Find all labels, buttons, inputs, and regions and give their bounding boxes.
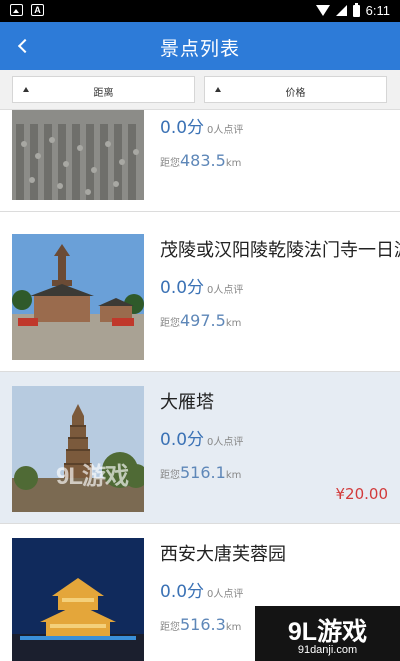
list-item[interactable]: 0.0分 0人点评 距您483.5km — [0, 110, 400, 212]
distance-value: 516.1 — [180, 463, 226, 482]
distance-value: 497.5 — [180, 311, 226, 330]
sort-distance-label: 距离 — [93, 88, 114, 99]
attraction-name: 大雁塔 — [160, 392, 214, 413]
signal-icon — [335, 5, 347, 16]
image-icon — [10, 4, 23, 16]
distance-unit: km — [225, 470, 242, 481]
attraction-image — [12, 386, 144, 512]
a-icon: A — [31, 4, 44, 16]
review-count: 0人点评 — [207, 125, 244, 136]
score-value: 0.0分 — [160, 278, 205, 298]
attraction-name: 西安大唐芙蓉园 — [160, 544, 286, 565]
distance: 距您516.1km — [160, 463, 241, 482]
watermark-logo: 9L游戏 — [287, 618, 368, 646]
watermark-url: 91danji.com — [297, 644, 358, 656]
score-value: 0.0分 — [160, 118, 205, 138]
distance-unit: km — [225, 158, 242, 169]
distance-value: 516.3 — [180, 615, 226, 634]
distance-prefix: 距您 — [160, 318, 180, 329]
score-value: 0.0分 — [160, 582, 205, 602]
distance: 距您516.3km — [160, 615, 241, 634]
wifi-icon — [315, 5, 330, 16]
review-count: 0人点评 — [207, 437, 244, 448]
price: ¥20.00 — [335, 485, 389, 503]
distance: 距您483.5km — [160, 151, 241, 170]
watermark-badge: 9L游戏 91danji.com — [255, 606, 400, 661]
distance-unit: km — [225, 622, 242, 633]
status-bar: A 6:11 — [0, 0, 400, 22]
attraction-image — [12, 234, 144, 360]
attraction-image — [12, 110, 144, 200]
sort-distance-button[interactable]: 距离 — [12, 76, 195, 103]
watermark-text: 9L游戏 — [56, 463, 129, 490]
rating: 0.0分 0人点评 — [160, 577, 243, 602]
distance-prefix: 距您 — [160, 622, 180, 633]
sort-price-label: 价格 — [285, 88, 306, 99]
review-count: 0人点评 — [207, 589, 244, 600]
list-item[interactable]: 茂陵或汉阳陵乾陵法门寺一日游 0.0分 0人点评 距您497.5km — [0, 220, 400, 372]
rating: 0.0分 0人点评 — [160, 273, 243, 298]
score-value: 0.0分 — [160, 430, 205, 450]
sort-price-button[interactable]: 价格 — [204, 76, 387, 103]
battery-icon — [352, 2, 360, 17]
distance: 距您497.5km — [160, 311, 241, 330]
rating: 0.0分 0人点评 — [160, 425, 243, 450]
distance-unit: km — [225, 318, 242, 329]
attraction-list[interactable]: 0.0分 0人点评 距您483.5km 茂陵或汉阳陵乾陵法门寺一日游 0.0分 … — [0, 110, 400, 661]
status-time: 6:11 — [365, 3, 390, 18]
attraction-image — [12, 538, 144, 661]
distance-prefix: 距您 — [160, 470, 180, 481]
distance-prefix: 距您 — [160, 158, 180, 169]
sort-bar: 距离 价格 — [0, 70, 400, 110]
list-item[interactable]: 大雁塔 0.0分 0人点评 距您516.1km ¥20.00 — [0, 372, 400, 524]
review-count: 0人点评 — [207, 285, 244, 296]
distance-value: 483.5 — [180, 151, 226, 170]
attraction-name: 茂陵或汉阳陵乾陵法门寺一日游 — [160, 240, 400, 261]
rating: 0.0分 0人点评 — [160, 113, 243, 138]
app-bar: 景点列表 — [0, 22, 400, 70]
page-title: 景点列表 — [159, 38, 240, 60]
